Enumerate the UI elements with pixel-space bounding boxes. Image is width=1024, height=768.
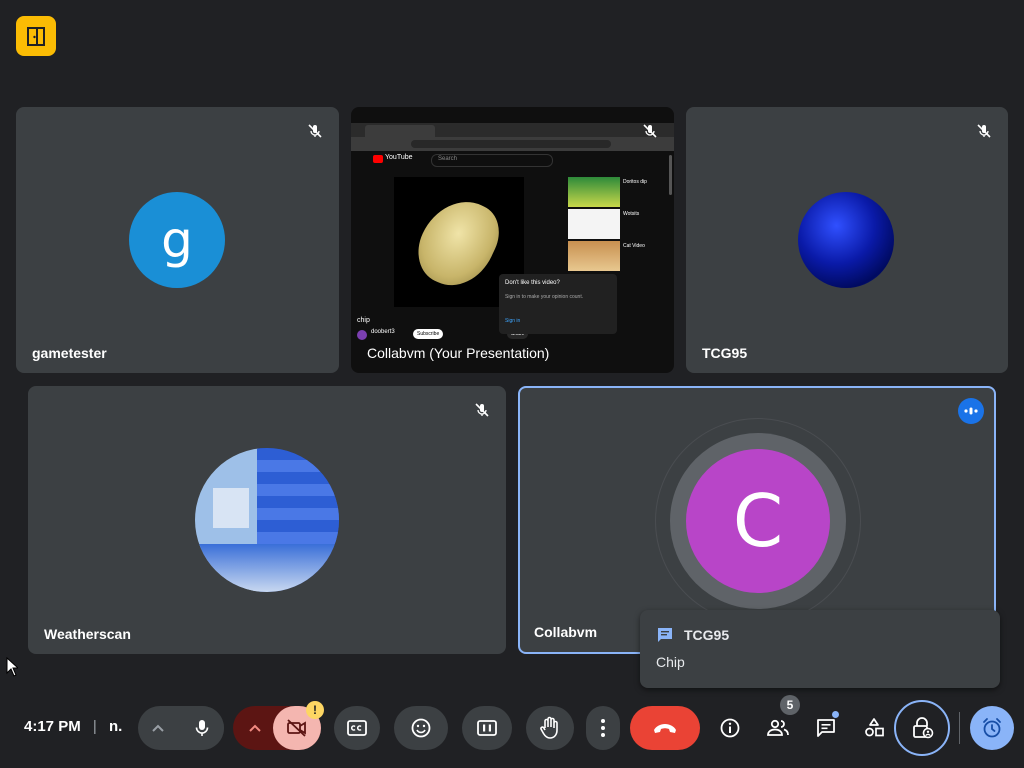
camera-off-icon	[287, 719, 306, 737]
participant-tile-weatherscan[interactable]: Weatherscan	[28, 386, 506, 654]
channel-name: doobert3	[371, 329, 395, 335]
mic-button[interactable]	[180, 706, 224, 750]
mic-icon	[195, 720, 209, 736]
participant-name: Collabvm (Your Presentation)	[367, 345, 550, 361]
camera-warning-badge: !	[306, 701, 324, 719]
youtube-header: YouTube Search	[351, 151, 674, 169]
leave-call-button[interactable]	[630, 706, 700, 750]
participant-name: Collabvm	[534, 624, 598, 640]
avatar: g	[129, 192, 225, 288]
activities-button[interactable]	[852, 706, 896, 750]
browser-tabbar	[351, 123, 674, 137]
meeting-details-button[interactable]	[708, 706, 752, 750]
search-box: Search	[431, 154, 553, 167]
suggestion-title: Doritos dip	[623, 179, 647, 185]
people-count: 5	[786, 698, 794, 712]
site-name: YouTube	[385, 154, 413, 161]
browser-addressbar	[351, 137, 674, 151]
chip-image	[406, 187, 510, 299]
mouse-cursor-icon	[6, 657, 18, 677]
present-icon	[477, 720, 497, 736]
scrollbar[interactable]	[669, 155, 672, 195]
suggestion-title: Wotsits	[623, 211, 640, 217]
chevron-up-icon	[249, 724, 261, 732]
lock-person-icon	[913, 717, 934, 739]
app-logo	[16, 16, 56, 56]
subscribe-button[interactable]: Subscribe	[413, 329, 444, 339]
toolbar-divider	[959, 712, 960, 744]
more-options-button[interactable]	[586, 706, 620, 750]
signin-dialog: Don't like this video? Sign in to make y…	[499, 274, 617, 334]
avatar-initial: g	[161, 211, 193, 269]
video-title: chip	[357, 317, 370, 324]
present-now-button[interactable]	[462, 706, 512, 750]
dialog-title: Don't like this video?	[505, 280, 560, 286]
chat-sender: TCG95	[684, 627, 730, 643]
avatar: C	[686, 449, 830, 593]
video-options-button[interactable]	[245, 718, 265, 738]
chat-notification[interactable]: TCG95 Chip	[640, 610, 1000, 688]
meeting-code: n.	[108, 718, 123, 735]
speaking-indicator-icon	[958, 398, 984, 424]
info-icon	[720, 718, 740, 738]
raise-hand-button[interactable]	[526, 706, 574, 750]
suggestion-thumb-1	[568, 177, 620, 207]
people-icon	[767, 719, 789, 736]
emoji-reactions-button[interactable]	[394, 706, 448, 750]
chat-icon	[656, 626, 674, 644]
youtube-logo-icon	[373, 155, 383, 163]
door-icon	[27, 27, 45, 46]
suggestion-thumb-3	[568, 241, 620, 271]
chat-icon	[817, 719, 835, 737]
suggestion-title: Cat Video	[623, 243, 645, 249]
participant-tile-tcg95[interactable]: TCG95	[686, 107, 1008, 373]
chat-unread-dot-icon	[832, 711, 839, 718]
participant-name: gametester	[32, 345, 107, 361]
warning-mark: !	[313, 703, 317, 717]
hand-icon	[540, 716, 558, 739]
participant-name: Weatherscan	[44, 626, 131, 642]
timer-button[interactable]	[970, 706, 1014, 750]
toolbar-separator: |	[92, 718, 97, 735]
search-placeholder: Search	[438, 156, 458, 162]
clock-time: 4:17 PM	[24, 718, 81, 735]
avatar	[798, 192, 894, 288]
avatar	[195, 448, 339, 592]
chat-message: Chip	[656, 654, 685, 670]
mic-off-icon	[640, 121, 660, 141]
suggestion-thumb-2	[568, 209, 620, 239]
alarm-clock-icon	[983, 718, 1001, 738]
emoji-icon	[411, 718, 431, 738]
people-count-badge: 5	[780, 695, 800, 715]
shapes-icon	[865, 718, 884, 737]
host-controls-button[interactable]	[894, 700, 950, 756]
browser-tab	[365, 125, 435, 137]
dialog-signin[interactable]: Sign in	[505, 318, 520, 324]
participant-tile-presentation[interactable]: YouTube Search chip doobert3 Subscribe S…	[351, 107, 674, 373]
mic-off-icon	[305, 121, 325, 141]
captions-button[interactable]	[334, 706, 380, 750]
mic-off-icon	[974, 121, 994, 141]
participant-name: TCG95	[702, 345, 748, 361]
more-vert-icon	[601, 719, 605, 737]
participant-tile-gametester[interactable]: g gametester	[16, 107, 339, 373]
chat-button[interactable]	[804, 706, 848, 750]
avatar-initial: C	[732, 479, 784, 563]
mic-off-icon	[472, 400, 492, 420]
meeting-time: 4:17 PM | n.	[24, 718, 122, 735]
mic-control-group	[138, 706, 224, 750]
dialog-text: Sign in to make your opinion count.	[505, 294, 584, 300]
chevron-up-icon	[152, 724, 164, 732]
audio-options-button[interactable]	[148, 718, 168, 738]
end-call-icon	[654, 724, 676, 733]
closed-captions-icon	[347, 720, 367, 736]
